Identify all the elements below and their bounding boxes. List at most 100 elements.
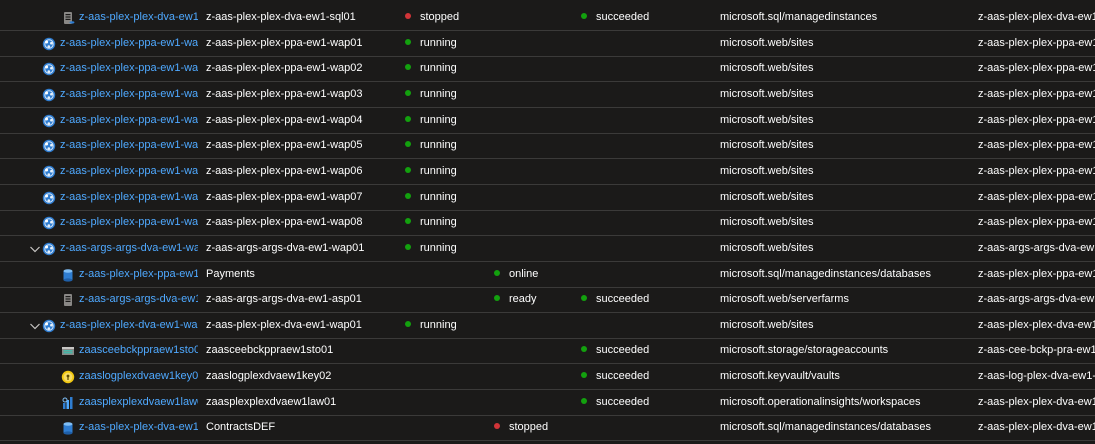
resource-group-cell: z-aas-plex-plex-ppa-ew1-: [978, 139, 1095, 151]
resource-name[interactable]: z-aas-plex-plex-ppa-ew1-wap: [42, 210, 198, 234]
state-cell: [494, 185, 574, 209]
resource-name[interactable]: z-aas-plex-plex-ppa-ew1-wap: [42, 56, 198, 80]
table-row[interactable]: z-aas-plex-plex-ppa-ew1-s Payments online m…: [0, 262, 1095, 288]
provisioning-cell: [581, 82, 716, 106]
table-row[interactable]: z-aas-plex-plex-dva-ew1-s z-aas-plex-plex…: [0, 5, 1095, 31]
status-dot-icon: [405, 39, 411, 46]
resource-name[interactable]: z-aas-plex-plex-ppa-ew1-wap: [42, 159, 198, 183]
status-cell: running: [405, 82, 490, 106]
table-row[interactable]: z-aas-plex-plex-ppa-ew1-wap z-aas-plex-pl…: [0, 108, 1095, 134]
resource-group-cell: z-aas-args-args-dva-ew1-: [978, 293, 1095, 305]
table-row[interactable]: zaasceebckppraew1sto01 zaasceebckppraew1s…: [0, 338, 1095, 364]
table-row[interactable]: z-aas-plex-plex-ppa-ew1-wap z-aas-plex-pl…: [0, 82, 1095, 108]
resource-name-link[interactable]: z-aas-args-args-dva-ew1-a: [79, 287, 198, 311]
table-row[interactable]: z-aas-plex-plex-ppa-ew1-wap z-aas-plex-pl…: [0, 159, 1095, 185]
status-cell: running: [405, 56, 490, 80]
provisioning-cell: [581, 415, 716, 439]
chevron-down-icon[interactable]: [28, 313, 42, 337]
status-text: stopped: [420, 11, 460, 23]
resource-name-link[interactable]: zaasceebckppraew1sto01: [79, 338, 198, 362]
resource-name-cell: z-aas-args-args-dva-ew1-a: [0, 287, 198, 311]
provisioning-cell: [581, 56, 716, 80]
resource-name[interactable]: z-aas-plex-plex-ppa-ew1-wap: [42, 31, 198, 55]
display-name-cell: z-aas-plex-plex-ppa-ew1-wap01: [206, 37, 363, 49]
state-cell: [494, 210, 574, 234]
display-name-cell: z-aas-plex-plex-ppa-ew1-wap05: [206, 139, 363, 151]
resource-name[interactable]: z-aas-plex-plex-ppa-ew1-s: [61, 262, 198, 286]
resource-name-link[interactable]: z-aas-plex-plex-ppa-ew1-wap: [60, 210, 198, 234]
resource-name-link[interactable]: z-aas-plex-plex-ppa-ew1-s: [79, 262, 198, 286]
provisioning-cell: [581, 313, 716, 337]
resource-group-cell: z-aas-plex-plex-ppa-ew1-: [978, 88, 1095, 100]
table-row[interactable]: z-aas-args-args-dva-ew1-a z-aas-args-args…: [0, 287, 1095, 313]
provisioning-cell: succeeded: [581, 364, 716, 388]
resource-name[interactable]: zaaslogplexdvaew1key02: [61, 364, 198, 388]
state-cell: online: [494, 262, 574, 286]
resource-group-cell: z-aas-plex-plex-dva-ew1-: [978, 11, 1095, 23]
status-dot-icon: [405, 90, 411, 97]
resource-name-link[interactable]: z-aas-plex-plex-ppa-ew1-wap: [60, 185, 198, 209]
resource-name-link[interactable]: z-aas-plex-plex-ppa-ew1-wap: [60, 108, 198, 132]
resource-name-link[interactable]: z-aas-plex-plex-ppa-ew1-wap: [60, 159, 198, 183]
resource-name-link[interactable]: zaasplexplexdvaew1law01: [79, 390, 198, 414]
resource-name[interactable]: zaasceebckppraew1sto01: [61, 338, 198, 362]
resource-name[interactable]: z-aas-plex-plex-dva-ew1-wap: [42, 313, 198, 337]
table-row[interactable]: z-aas-plex-plex-dva-ew1-s ContractsDEF sto…: [0, 415, 1095, 441]
table-row[interactable]: z-aas-plex-plex-ppa-ew1-wap z-aas-plex-pl…: [0, 133, 1095, 159]
resource-name-link[interactable]: zaaslogplexdvaew1key02: [79, 364, 198, 388]
table-row[interactable]: zaaslogplexdvaew1key02 zaaslogplexdvaew1k…: [0, 364, 1095, 390]
resource-name-link[interactable]: z-aas-plex-plex-dva-ew1-s: [79, 415, 198, 439]
resource-name[interactable]: z-aas-plex-plex-ppa-ew1-wap: [42, 185, 198, 209]
resource-name[interactable]: z-aas-args-args-dva-ew1-a: [61, 287, 198, 311]
status-cell: running: [405, 133, 490, 157]
resource-name-link[interactable]: z-aas-plex-plex-ppa-ew1-wap: [60, 133, 198, 157]
resource-name-link[interactable]: z-aas-plex-plex-ppa-ew1-wap: [60, 31, 198, 55]
resource-name-link[interactable]: z-aas-plex-plex-ppa-ew1-wap: [60, 56, 198, 80]
web-app-icon: [42, 138, 56, 153]
resource-grid: z-aas-plex-plex-dva-ew1-s z-aas-plex-plex…: [0, 0, 1095, 444]
resource-name[interactable]: z-aas-plex-plex-ppa-ew1-wap: [42, 133, 198, 157]
status-text: running: [420, 319, 457, 331]
resource-name-link[interactable]: z-aas-args-args-dva-ew1-wap: [60, 236, 198, 260]
resource-name[interactable]: z-aas-plex-plex-ppa-ew1-wap: [42, 108, 198, 132]
resource-type-cell: microsoft.web/sites: [720, 242, 814, 254]
resource-name[interactable]: z-aas-args-args-dva-ew1-wap: [42, 236, 198, 260]
state-cell: [494, 338, 574, 362]
table-row[interactable]: z-aas-plex-plex-ppa-ew1-wap z-aas-plex-pl…: [0, 56, 1095, 82]
state-cell: [494, 364, 574, 388]
resource-type-cell: microsoft.web/sites: [720, 191, 814, 203]
key-vault-icon: [61, 369, 75, 384]
table-row[interactable]: z-aas-plex-plex-ppa-ew1-wap z-aas-plex-pl…: [0, 31, 1095, 57]
display-name-cell: z-aas-args-args-dva-ew1-wap01: [206, 242, 365, 254]
state-cell: ready: [494, 287, 574, 311]
status-cell: running: [405, 210, 490, 234]
resource-name-link[interactable]: z-aas-plex-plex-ppa-ew1-wap: [60, 82, 198, 106]
resource-group-cell: z-aas-args-args-dva-ew1-: [978, 242, 1095, 254]
status-dot-icon: [405, 244, 411, 251]
status-dot-icon: [405, 218, 411, 225]
resource-group-cell: z-aas-plex-plex-dva-ew1-: [978, 421, 1095, 433]
resource-name[interactable]: zaasplexplexdvaew1law01: [61, 390, 198, 414]
table-row[interactable]: z-aas-plex-plex-dva-ew1-wap z-aas-plex-pl…: [0, 313, 1095, 339]
table-row[interactable]: zaasplexplexdvaew1law01 zaasplexplexdvaew…: [0, 390, 1095, 416]
table-row[interactable]: z-aas-args-args-dva-ew1-wap z-aas-args-ar…: [0, 236, 1095, 262]
state-cell: [494, 5, 574, 29]
status-cell: running: [405, 185, 490, 209]
table-row[interactable]: z-aas-plex-plex-ppa-ew1-wap z-aas-plex-pl…: [0, 185, 1095, 211]
status-cell: [405, 415, 490, 439]
resource-name-link[interactable]: z-aas-plex-plex-dva-ew1-s: [79, 5, 198, 29]
status-dot-icon: [405, 167, 411, 174]
display-name-cell: z-aas-plex-plex-dva-ew1-sql01: [206, 11, 356, 23]
provisioning-text: succeeded: [596, 344, 650, 356]
state-cell: [494, 236, 574, 260]
resource-name[interactable]: z-aas-plex-plex-dva-ew1-s: [61, 415, 198, 439]
chevron-down-icon[interactable]: [28, 236, 42, 260]
table-row[interactable]: z-aas-plex-plex-ppa-ew1-wap z-aas-plex-pl…: [0, 210, 1095, 236]
display-name-cell: Payments: [206, 268, 255, 280]
resource-group-cell: z-aas-plex-plex-dva-ew1-: [978, 319, 1095, 331]
status-text: running: [420, 191, 457, 203]
resource-name-link[interactable]: z-aas-plex-plex-dva-ew1-wap: [60, 313, 198, 337]
resource-name[interactable]: z-aas-plex-plex-dva-ew1-s: [61, 5, 198, 29]
resource-name[interactable]: z-aas-plex-plex-ppa-ew1-wap: [42, 82, 198, 106]
resource-type-cell: microsoft.web/serverfarms: [720, 293, 849, 305]
